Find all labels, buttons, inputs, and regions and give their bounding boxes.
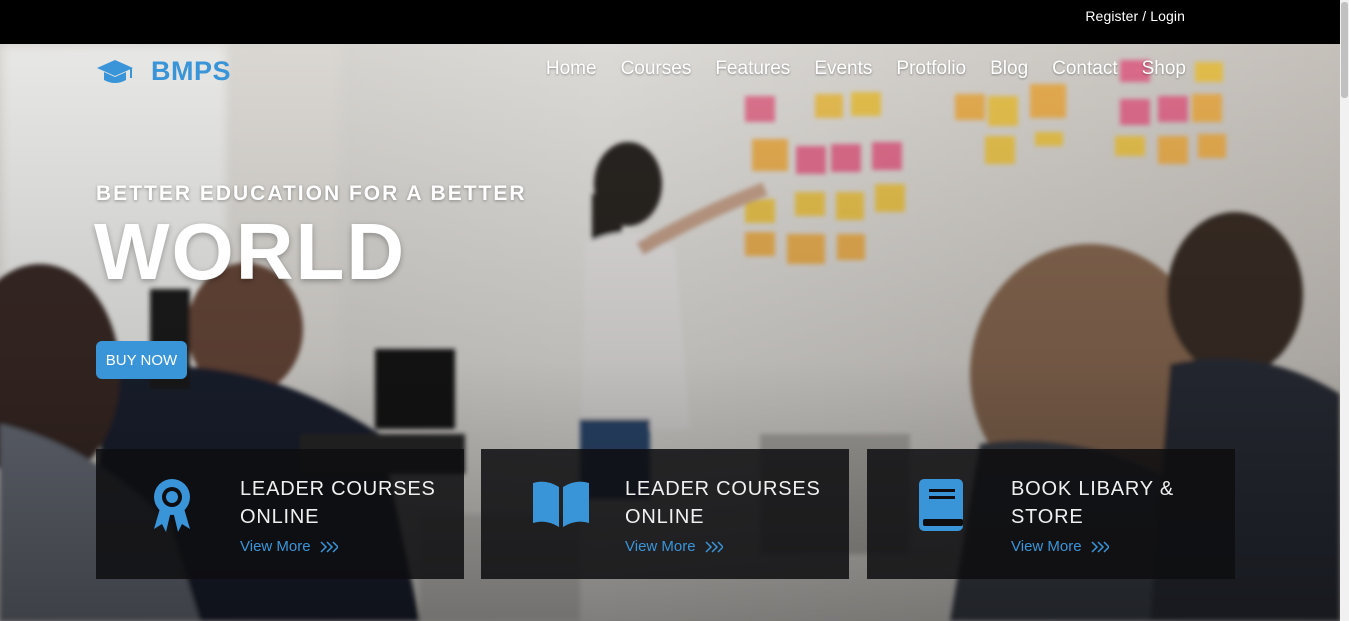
view-more-label: View More bbox=[625, 538, 696, 555]
scrollbar-thumb[interactable] bbox=[1341, 2, 1348, 98]
feature-card-library-store: BOOK LIBARY & STORE View More bbox=[867, 449, 1235, 579]
feature-title: LEADER COURSES ONLINE bbox=[240, 478, 436, 528]
closed-book-icon bbox=[919, 479, 963, 531]
nav-shop[interactable]: Shop bbox=[1142, 58, 1186, 80]
nav-events[interactable]: Events bbox=[814, 58, 872, 80]
feature-card-online-courses: LEADER COURSES ONLINE View More bbox=[481, 449, 849, 579]
hero-headline: WORLD bbox=[94, 207, 407, 296]
view-more-label: View More bbox=[240, 538, 311, 555]
feature-title: BOOK LIBARY & STORE bbox=[1011, 478, 1175, 528]
buy-now-button[interactable]: BUY NOW bbox=[96, 341, 187, 379]
double-chevron-right-icon bbox=[705, 540, 723, 553]
site-logo[interactable]: BMPS bbox=[96, 56, 231, 87]
main-nav: Home Courses Features Events Protfolio B… bbox=[522, 58, 1186, 80]
double-chevron-right-icon bbox=[320, 540, 338, 553]
double-chevron-right-icon bbox=[1091, 540, 1109, 553]
nav-blog[interactable]: Blog bbox=[990, 58, 1028, 80]
nav-contact[interactable]: Contact bbox=[1052, 58, 1117, 80]
brand-name: BMPS bbox=[151, 56, 232, 86]
nav-courses[interactable]: Courses bbox=[621, 58, 692, 80]
view-more-label: View More bbox=[1011, 538, 1082, 555]
nav-portfolio[interactable]: Protfolio bbox=[896, 58, 966, 80]
page-scrollbar[interactable] bbox=[1340, 0, 1349, 621]
view-more-link[interactable]: View More bbox=[1011, 538, 1109, 555]
feature-card-leader-courses: LEADER COURSES ONLINE View More bbox=[96, 449, 464, 579]
graduation-cap-icon bbox=[97, 59, 133, 83]
view-more-link[interactable]: View More bbox=[240, 538, 338, 555]
feature-title: LEADER COURSES ONLINE bbox=[625, 478, 821, 528]
award-ribbon-icon bbox=[154, 479, 190, 532]
nav-features[interactable]: Features bbox=[715, 58, 790, 80]
top-bar: Register / Login bbox=[0, 0, 1340, 44]
open-book-icon bbox=[533, 481, 589, 527]
hero-section: BMPS Home Courses Features Events Protfo… bbox=[0, 44, 1340, 621]
hero-tagline: BETTER EDUCATION FOR A BETTER bbox=[96, 182, 527, 205]
register-login-link[interactable]: Register / Login bbox=[1085, 8, 1185, 24]
view-more-link[interactable]: View More bbox=[625, 538, 723, 555]
nav-home[interactable]: Home bbox=[546, 58, 597, 80]
